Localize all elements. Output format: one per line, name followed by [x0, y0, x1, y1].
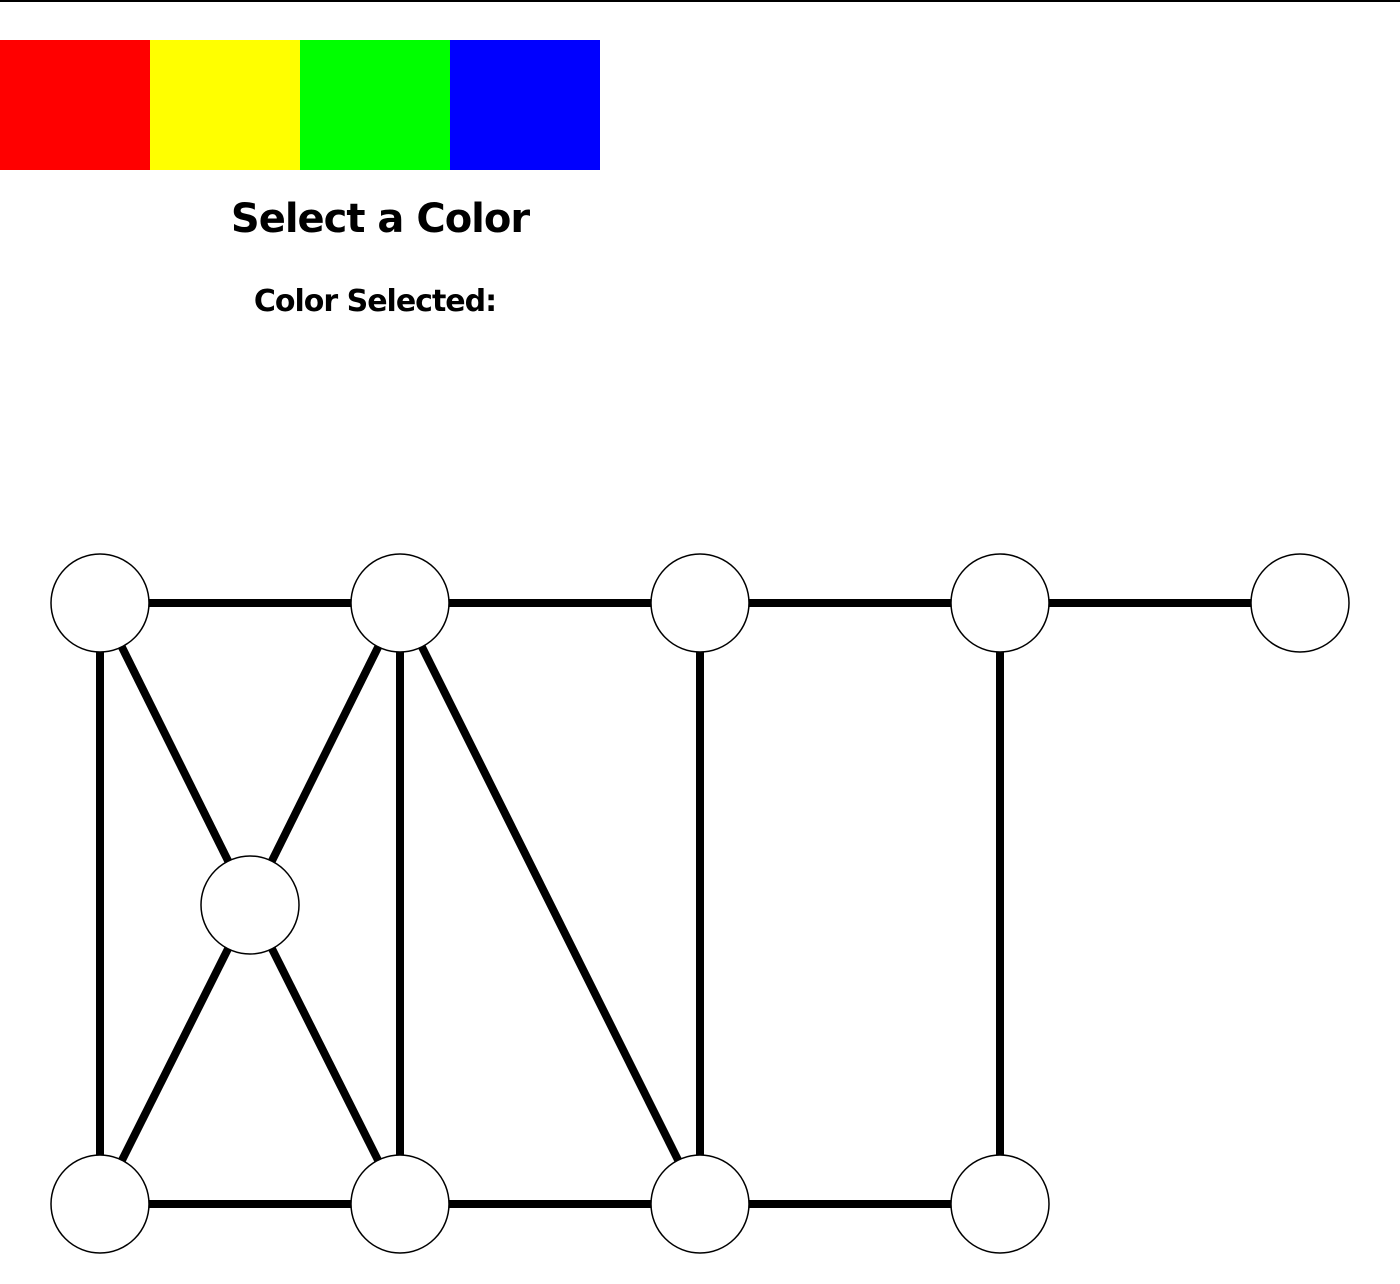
graph-node-c[interactable]: [650, 553, 750, 653]
graph-node-g[interactable]: [50, 1154, 150, 1254]
graph-canvas: [50, 553, 1350, 1254]
graph-edge-f-g: [96, 903, 254, 1206]
page-title: Select a Color: [230, 196, 530, 242]
graph-nodes: [50, 553, 1350, 1254]
graph-node-j[interactable]: [950, 1154, 1050, 1254]
graph-node-d[interactable]: [950, 553, 1050, 653]
graph-node-i[interactable]: [650, 1154, 750, 1254]
graph-node-b[interactable]: [350, 553, 450, 653]
graph-node-f[interactable]: [200, 855, 300, 955]
graph-edge-b-i: [396, 601, 704, 1206]
graph-edge-b-f: [246, 601, 404, 907]
swatch-blue[interactable]: [450, 40, 600, 170]
swatch-green[interactable]: [300, 40, 450, 170]
swatch-red[interactable]: [0, 40, 150, 170]
color-selected-label: Color Selected:: [253, 284, 497, 319]
graph-edge-a-f: [96, 601, 254, 907]
color-palette: [0, 40, 600, 170]
graph-node-e[interactable]: [1250, 553, 1350, 653]
top-divider: [0, 0, 1400, 2]
graph-node-h[interactable]: [350, 1154, 450, 1254]
graph-edge-f-h: [246, 903, 404, 1206]
swatch-yellow[interactable]: [150, 40, 300, 170]
graph-node-a[interactable]: [50, 553, 150, 653]
